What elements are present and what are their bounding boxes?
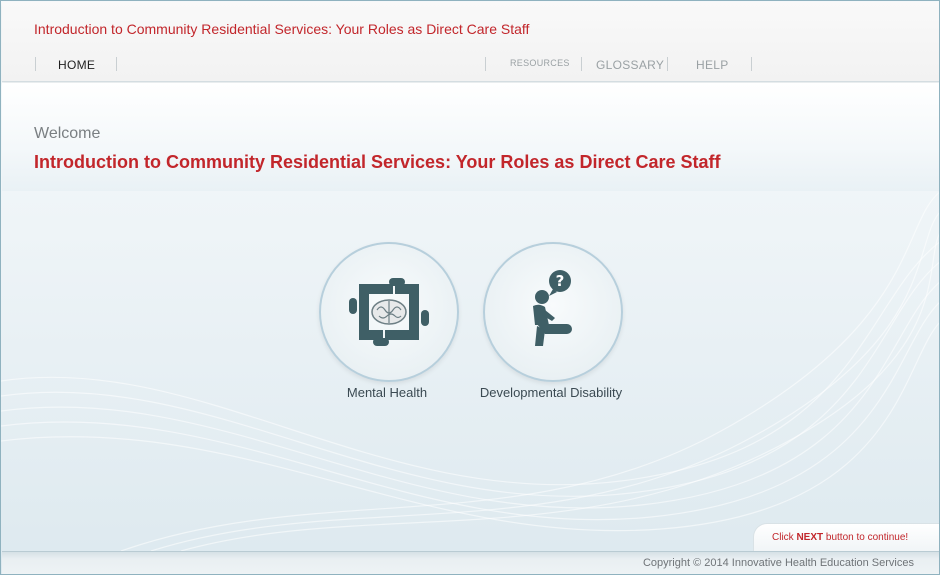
next-prompt-suffix: button to continue!	[823, 532, 909, 543]
copyright-text: Copyright © 2014 Innovative Health Educa…	[642, 557, 914, 569]
person-question-icon: ?	[533, 270, 572, 346]
background-waves	[1, 191, 939, 551]
nav-glossary[interactable]: GLOSSARY	[596, 57, 664, 73]
nav-resources[interactable]: RESOURCES	[510, 55, 570, 71]
developmental-disability-label: Developmental Disability	[479, 385, 623, 400]
nav-help[interactable]: HELP	[696, 57, 729, 73]
nav-separator	[485, 57, 486, 71]
developmental-disability-module-button[interactable]: ?	[483, 242, 623, 382]
title-band	[2, 83, 939, 191]
nav-separator	[667, 57, 668, 71]
nav-home[interactable]: HOME	[58, 57, 95, 73]
course-header: Introduction to Community Residential Se…	[2, 2, 939, 82]
nav-separator	[35, 57, 36, 71]
footer: Copyright © 2014 Innovative Health Educa…	[2, 551, 939, 574]
mental-health-module-button[interactable]	[319, 242, 459, 382]
svg-text:?: ?	[556, 272, 565, 290]
welcome-heading: Welcome	[34, 125, 101, 142]
course-title: Introduction to Community Residential Se…	[34, 21, 530, 37]
nav-separator	[751, 57, 752, 71]
nav-separator	[116, 57, 117, 71]
hands-brain-icon	[349, 278, 429, 346]
next-prompt-emphasis: NEXT	[796, 532, 824, 543]
next-prompt: Click NEXT button to continue!	[753, 523, 939, 551]
course-window: Introduction to Community Residential Se…	[0, 0, 940, 575]
page-title: Introduction to Community Residential Se…	[34, 152, 721, 172]
next-prompt-prefix: Click	[772, 532, 797, 543]
nav-separator	[581, 57, 582, 71]
